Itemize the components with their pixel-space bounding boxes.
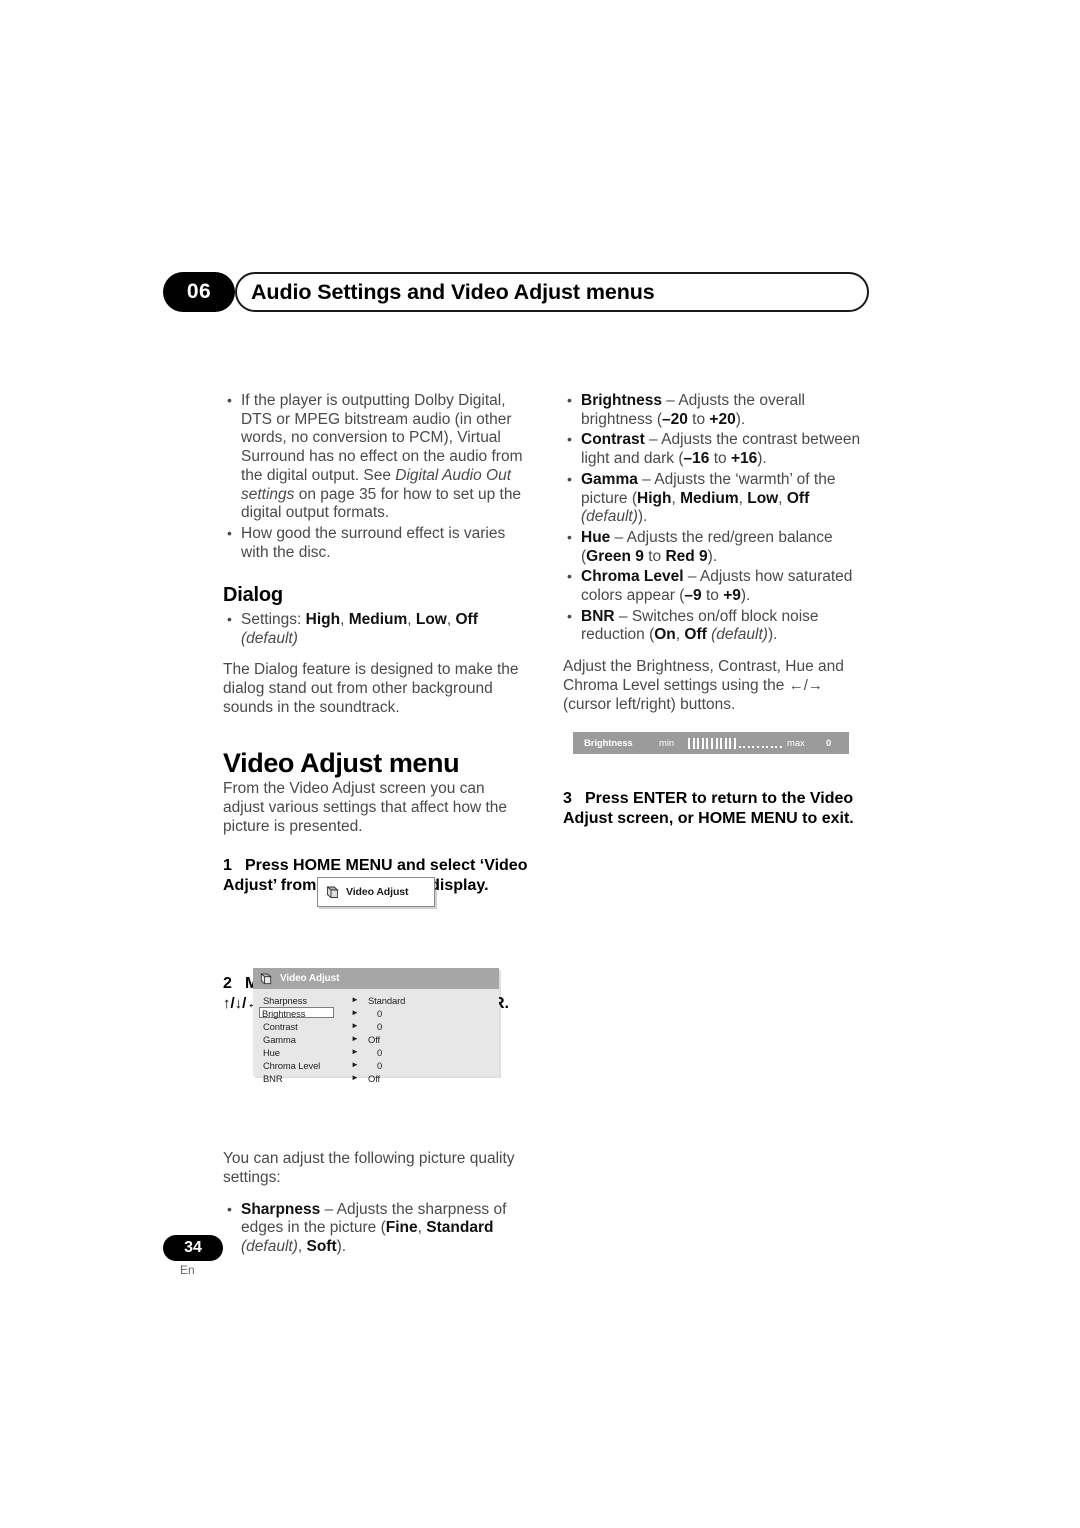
- page-number: 34: [163, 1235, 223, 1261]
- osd-row-value: 0: [377, 1060, 383, 1071]
- osd-brightness-slider[interactable]: Brightness min max 0: [573, 732, 849, 754]
- list-item: Gamma – Adjusts the ‘warmth’ of the pict…: [563, 470, 868, 527]
- osd-row-hue[interactable]: Hue ► 0: [253, 1046, 499, 1059]
- osd-row-gamma[interactable]: Gamma ► Off: [253, 1033, 499, 1046]
- slider-label: Brightness: [584, 737, 633, 749]
- slider-max-label: max: [787, 737, 805, 749]
- osd-row-label: Brightness: [259, 1007, 334, 1019]
- osd-row-value: 0: [377, 1047, 383, 1058]
- video-adjust-heading: Video Adjust menu: [223, 747, 460, 778]
- osd-row-label: Gamma: [263, 1034, 296, 1045]
- slider-tick-empty: [775, 746, 778, 748]
- slider-min-label: min: [659, 737, 675, 749]
- list-item: Contrast – Adjusts the contrast between …: [563, 430, 868, 468]
- osd-row-chroma-level[interactable]: Chroma Level ► 0: [253, 1059, 499, 1072]
- osd-row-label: Contrast: [263, 1021, 298, 1032]
- slider-tick-filled: [729, 737, 732, 749]
- slider-tick-empty: [761, 746, 764, 748]
- right-arrow-icon: ►: [351, 1034, 359, 1043]
- right-arrow-icon: ►: [351, 1073, 359, 1082]
- slider-value: 0: [826, 737, 832, 749]
- slider-tick-empty: [756, 746, 759, 748]
- step-3-number: 3: [563, 790, 572, 808]
- slider-tick-filled: [724, 737, 727, 749]
- list-item: If the player is outputting Dolby Digita…: [223, 391, 528, 523]
- slider-tick-filled: [697, 737, 700, 749]
- osd-row-sharpness[interactable]: Sharpness ► Standard: [253, 994, 499, 1007]
- sharpness-bullet-list: Sharpness – Adjusts the sharpness of edg…: [223, 1200, 528, 1257]
- osd-row-label: Hue: [263, 1047, 280, 1058]
- osd-row-label: BNR: [263, 1073, 283, 1084]
- slider-tick-empty: [738, 746, 741, 748]
- right-arrow-icon: ►: [351, 1021, 359, 1030]
- list-item: Settings: High, Medium, Low, Off (defaul…: [223, 610, 528, 648]
- left-column: If the player is outputting Dolby Digita…: [223, 391, 528, 1270]
- adjust-note: Adjust the Brightness, Contrast, Hue and…: [563, 658, 844, 713]
- left-right-arrows-icon: ←/→: [788, 676, 823, 694]
- osd-row-value: Standard: [368, 995, 406, 1006]
- chapter-header: 06 Audio Settings and Video Adjust menus: [163, 272, 869, 312]
- picture-settings-bullet-list: Brightness – Adjusts the overall brightn…: [563, 391, 868, 645]
- dialog-settings-list: Settings: High, Medium, Low, Off (defaul…: [223, 610, 528, 648]
- slider-tick-filled: [688, 737, 690, 749]
- list-item: Chroma Level – Adjusts how saturated col…: [563, 567, 868, 605]
- slider-tick-filled: [706, 737, 709, 749]
- step-3: 3 Press ENTER to return to the Video Adju…: [563, 789, 868, 829]
- list-item: How good the surround effect is varies w…: [223, 524, 528, 562]
- osd-row-value: Off: [368, 1073, 381, 1084]
- slider-tick-filled: [692, 737, 695, 749]
- right-arrow-icon: ►: [351, 1008, 359, 1017]
- osd-row-label: Sharpness: [263, 995, 307, 1006]
- osd-button-label: Video Adjust: [346, 886, 409, 898]
- dialog-body: The Dialog feature is designed to make t…: [223, 661, 519, 716]
- video-adjust-intro: From the Video Adjust screen you can adj…: [223, 780, 508, 835]
- step-2-number: 2: [223, 975, 232, 993]
- list-item: Hue – Adjusts the red/green balance (Gre…: [563, 528, 868, 566]
- slider-tick-empty: [779, 746, 782, 748]
- right-arrow-icon: ►: [351, 1060, 359, 1069]
- right-arrow-icon: ►: [351, 995, 359, 1004]
- slider-tick-empty: [743, 746, 746, 748]
- list-item: Sharpness – Adjusts the sharpness of edg…: [223, 1200, 528, 1257]
- osd-row-value: Off: [368, 1034, 381, 1045]
- osd-row-value: 0: [377, 1021, 383, 1032]
- slider-tick-filled: [701, 737, 704, 749]
- slider-tick-empty: [752, 746, 755, 748]
- osd-settings-list: Sharpness ► Standard Brightness ► 0 Cont…: [253, 989, 499, 1085]
- right-arrow-icon: ►: [351, 1047, 359, 1056]
- osd-panel-title: Video Adjust: [280, 973, 340, 984]
- step-3-text: Press ENTER to return to the Video Adjus…: [563, 790, 854, 828]
- osd-panel-titlebar: Video Adjust: [253, 968, 499, 989]
- osd-row-bnr[interactable]: BNR ► Off: [253, 1072, 499, 1085]
- disc-icon: [325, 885, 340, 900]
- slider-tick-filled: [733, 737, 736, 749]
- manual-page: 06 Audio Settings and Video Adjust menus…: [0, 0, 1080, 1528]
- slider-tick-filled: [720, 737, 723, 749]
- slider-track[interactable]: [688, 737, 784, 749]
- slider-tick-filled: [710, 737, 713, 749]
- step-1-number: 1: [223, 857, 232, 875]
- language-code: En: [180, 1263, 195, 1277]
- chapter-number: 06: [163, 272, 235, 312]
- list-item: BNR – Switches on/off block noise reduct…: [563, 607, 868, 645]
- slider-tick-empty: [747, 746, 750, 748]
- slider-tick-filled: [715, 737, 718, 749]
- intro-bullet-list: If the player is outputting Dolby Digita…: [223, 391, 528, 562]
- osd-video-adjust-panel: Video Adjust Sharpness ► Standard Bright…: [253, 968, 499, 1084]
- settings-intro: You can adjust the following picture qua…: [223, 1150, 515, 1187]
- osd-row-contrast[interactable]: Contrast ► 0: [253, 1020, 499, 1033]
- list-item: Brightness – Adjusts the overall brightn…: [563, 391, 868, 429]
- osd-video-adjust-button[interactable]: Video Adjust: [317, 877, 435, 907]
- slider-tick-empty: [766, 746, 769, 748]
- right-column: Brightness – Adjusts the overall brightn…: [563, 391, 868, 829]
- osd-row-brightness[interactable]: Brightness ► 0: [253, 1007, 499, 1020]
- osd-row-label: Chroma Level: [263, 1060, 321, 1071]
- slider-tick-empty: [770, 746, 773, 748]
- chapter-title: Audio Settings and Video Adjust menus: [251, 279, 655, 304]
- osd-row-value: 0: [377, 1008, 383, 1019]
- dialog-heading: Dialog: [223, 584, 283, 607]
- disc-icon: [259, 972, 273, 986]
